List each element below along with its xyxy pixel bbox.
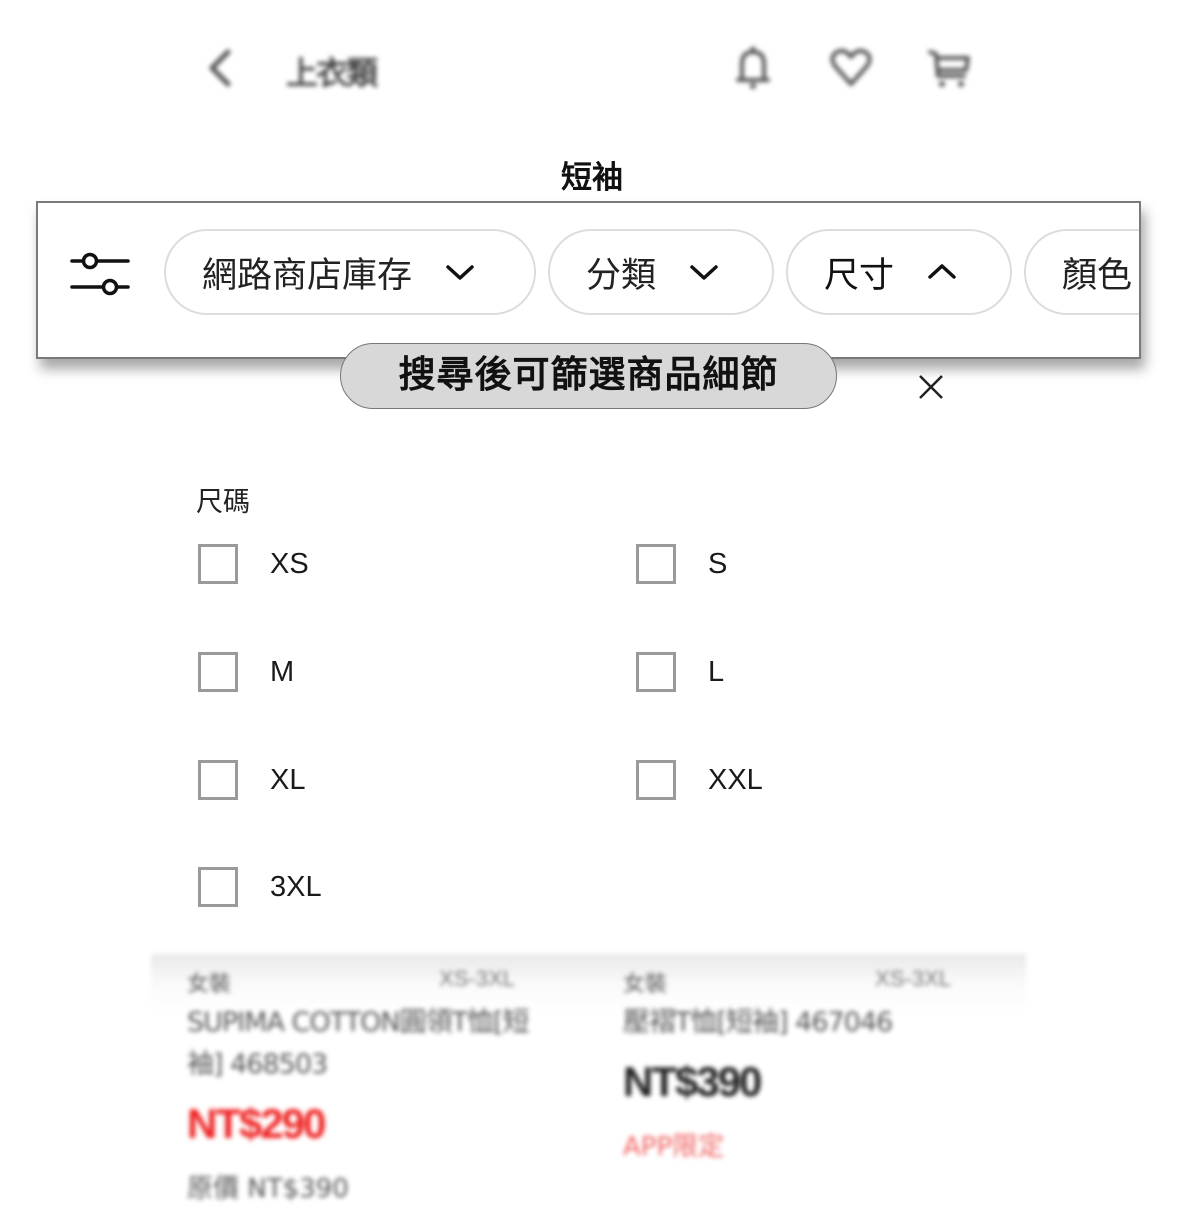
size-option-l[interactable]: L — [636, 652, 724, 692]
product-name[interactable]: SUPIMA COTTON圓領T恤[短袖] 468503 — [187, 1002, 537, 1086]
chevron-down-icon — [446, 265, 474, 280]
size-section-title: 尺碼 — [196, 487, 250, 518]
filter-label: 顏色 — [1062, 255, 1133, 296]
size-option-xl[interactable]: XL — [198, 760, 305, 800]
size-label: 3XL — [270, 870, 322, 903]
size-option-s[interactable]: S — [636, 544, 727, 584]
checkbox[interactable] — [198, 544, 238, 584]
checkbox[interactable] — [198, 652, 238, 692]
filter-color[interactable]: 顏色 — [1024, 229, 1139, 315]
product-name[interactable]: 壓褶T恤[短袖] 467046 — [623, 1002, 973, 1044]
bell-icon[interactable] — [728, 42, 778, 92]
close-icon[interactable] — [914, 370, 948, 404]
product-original-price: 原價 NT$390 — [187, 1174, 349, 1204]
size-option-xxl[interactable]: XXL — [636, 760, 763, 800]
filter-label: 尺寸 — [824, 255, 895, 296]
filter-category[interactable]: 分類 — [548, 229, 774, 315]
size-option-xs[interactable]: XS — [198, 544, 309, 584]
checkbox[interactable] — [636, 760, 676, 800]
page-title: 短袖 — [561, 160, 623, 196]
checkbox[interactable] — [636, 652, 676, 692]
product-category: 女裝 — [187, 972, 232, 997]
product-category: 女裝 — [623, 972, 668, 997]
filter-size[interactable]: 尺寸 — [786, 229, 1012, 315]
product-size-range: XS-3XL — [875, 966, 951, 991]
product-grid: 女裝 XS-3XL SUPIMA COTTON圓領T恤[短袖] 468503 N… — [151, 954, 1026, 1210]
filter-label: 網路商店庫存 — [202, 255, 413, 296]
checkbox[interactable] — [198, 867, 238, 907]
product-price: NT$290 — [187, 1100, 326, 1147]
filter-online-stock[interactable]: 網路商店庫存 — [164, 229, 536, 315]
product-size-range: XS-3XL — [439, 966, 515, 991]
chevron-up-icon — [928, 264, 956, 279]
product-card[interactable]: 女裝 XS-3XL 壓褶T恤[短袖] 467046 NT$390 APP限定 — [587, 954, 987, 1210]
size-label: S — [708, 547, 728, 580]
filter-bar: 網路商店庫存 分類 尺寸 顏色 — [36, 201, 1141, 359]
top-nav-bar: 上衣類 — [0, 0, 1184, 130]
checkbox[interactable] — [636, 544, 676, 584]
filter-label: 分類 — [586, 255, 657, 296]
chevron-left-icon[interactable] — [200, 46, 240, 90]
cart-icon[interactable] — [924, 42, 974, 92]
size-label: M — [270, 655, 295, 688]
checkbox[interactable] — [198, 760, 238, 800]
size-label: L — [708, 655, 725, 688]
size-label: XS — [270, 547, 309, 580]
filter-sliders-icon[interactable] — [70, 251, 130, 299]
size-option-m[interactable]: M — [198, 652, 294, 692]
size-label: XL — [270, 763, 306, 796]
heart-icon[interactable] — [826, 42, 876, 92]
size-label: XXL — [708, 763, 763, 796]
filter-hint-tooltip: 搜尋後可篩選商品細節 — [340, 343, 837, 409]
size-option-3xl[interactable]: 3XL — [198, 867, 322, 907]
chevron-down-icon — [690, 265, 718, 280]
breadcrumb[interactable]: 上衣類 — [286, 48, 378, 94]
product-price: NT$390 — [623, 1058, 762, 1105]
app-exclusive-badge: APP限定 — [623, 1132, 725, 1162]
product-card[interactable]: 女裝 XS-3XL SUPIMA COTTON圓領T恤[短袖] 468503 N… — [151, 954, 551, 1210]
